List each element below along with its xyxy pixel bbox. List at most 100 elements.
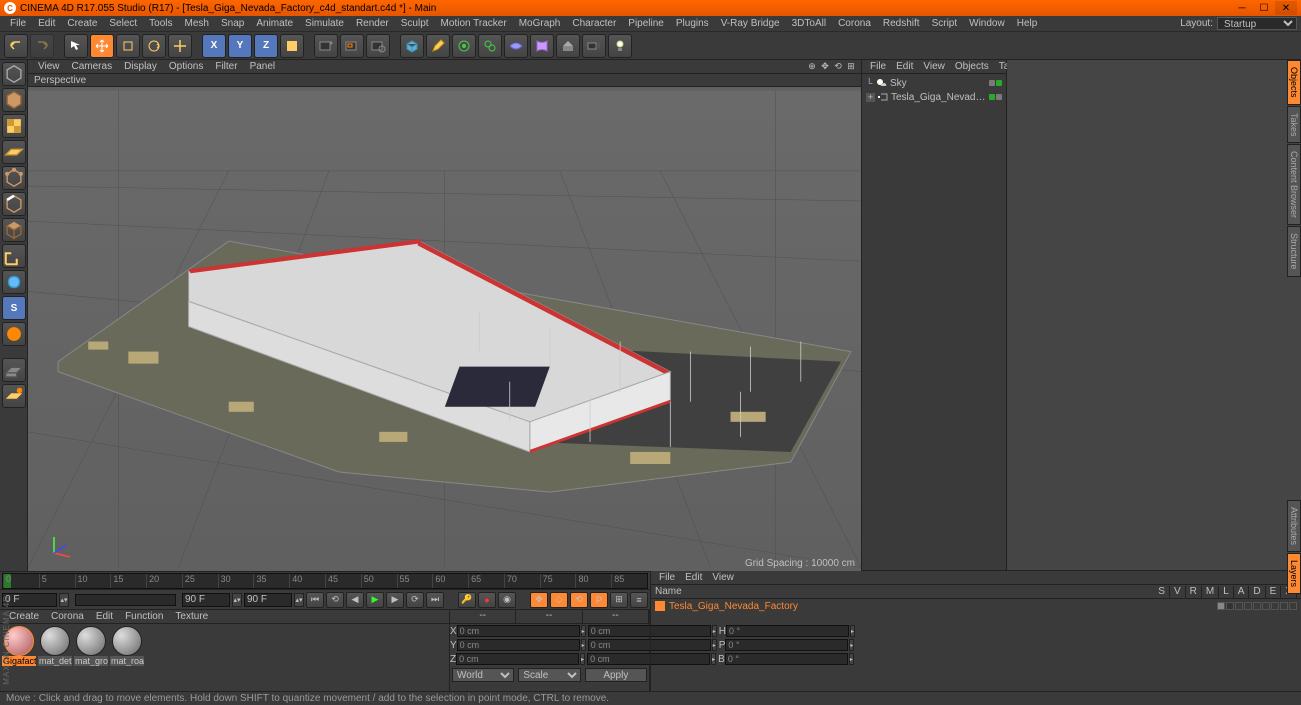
render-view-button[interactable] bbox=[314, 34, 338, 58]
add-array-button[interactable] bbox=[504, 34, 528, 58]
menu-character[interactable]: Character bbox=[566, 17, 622, 30]
pos-key-button[interactable]: ✥ bbox=[530, 592, 548, 608]
spinner[interactable]: ▸ bbox=[581, 625, 586, 637]
mat-menu-corona[interactable]: Corona bbox=[46, 611, 89, 622]
timeline-ruler[interactable]: 051015202530354045505560657075808590 bbox=[2, 573, 648, 589]
vp-nav3-icon[interactable]: ⟲ bbox=[832, 61, 844, 73]
col-e[interactable]: E bbox=[1266, 586, 1282, 598]
flag-d[interactable] bbox=[1271, 602, 1279, 610]
coord-pos-z[interactable] bbox=[456, 653, 579, 665]
layer-row[interactable]: Tesla_Giga_Nevada_Factory bbox=[651, 599, 1301, 613]
obj-row-factory[interactable]: + Tesla_Giga_Nevada_Factory bbox=[864, 90, 1004, 104]
flag-l[interactable] bbox=[1253, 602, 1261, 610]
menu-motiontracker[interactable]: Motion Tracker bbox=[435, 17, 513, 30]
menu-redshift[interactable]: Redshift bbox=[877, 17, 926, 30]
minimize-button[interactable]: ─ bbox=[1231, 1, 1253, 15]
tab-layers[interactable]: Layers bbox=[1287, 553, 1301, 594]
frame-spinner[interactable]: ▴▾ bbox=[59, 593, 69, 607]
model-mode-button[interactable] bbox=[2, 88, 26, 112]
x-axis-button[interactable]: X bbox=[202, 34, 226, 58]
frame-spinner[interactable]: ▴▾ bbox=[294, 593, 304, 607]
coord-system-button[interactable] bbox=[280, 34, 304, 58]
menu-plugins[interactable]: Plugins bbox=[670, 17, 715, 30]
flag-m[interactable] bbox=[1244, 602, 1252, 610]
mat-menu-function[interactable]: Function bbox=[120, 611, 168, 622]
menu-file[interactable]: File bbox=[4, 17, 32, 30]
locked-workplane-button[interactable] bbox=[2, 358, 26, 382]
workplane-button[interactable] bbox=[2, 140, 26, 164]
y-axis-button[interactable]: Y bbox=[228, 34, 252, 58]
vis-dot[interactable] bbox=[989, 94, 995, 100]
col-m[interactable]: M bbox=[1202, 586, 1219, 598]
vm-view[interactable]: View bbox=[32, 61, 66, 72]
col-l[interactable]: L bbox=[1219, 586, 1234, 598]
flag-e[interactable] bbox=[1280, 602, 1288, 610]
frame-spinner[interactable]: ▴▾ bbox=[232, 593, 242, 607]
goto-prev-key-button[interactable]: ⟲ bbox=[326, 592, 344, 608]
pla-key-button[interactable]: ⊞ bbox=[610, 592, 628, 608]
vm-panel[interactable]: Panel bbox=[244, 61, 282, 72]
mat-menu-texture[interactable]: Texture bbox=[170, 611, 213, 622]
snap-enable-button[interactable]: S bbox=[2, 296, 26, 320]
menu-sculpt[interactable]: Sculpt bbox=[395, 17, 435, 30]
spinner[interactable]: ▸ bbox=[581, 639, 586, 651]
menu-corona[interactable]: Corona bbox=[832, 17, 877, 30]
flag-s[interactable] bbox=[1217, 602, 1225, 610]
polygon-mode-button[interactable] bbox=[2, 218, 26, 242]
point-mode-button[interactable] bbox=[2, 166, 26, 190]
tab-content-browser[interactable]: Content Browser bbox=[1287, 144, 1301, 225]
viewport-3d[interactable]: Grid Spacing : 10000 cm bbox=[28, 87, 861, 571]
vm-filter[interactable]: Filter bbox=[209, 61, 243, 72]
param-key-button[interactable]: P bbox=[590, 592, 608, 608]
play-button[interactable]: ▶ bbox=[366, 592, 384, 608]
menu-render[interactable]: Render bbox=[350, 17, 395, 30]
add-nurbs-button[interactable] bbox=[478, 34, 502, 58]
goto-next-key-button[interactable]: ⟳ bbox=[406, 592, 424, 608]
prev-frame-button[interactable]: ◀ bbox=[346, 592, 364, 608]
undo-button[interactable] bbox=[4, 34, 28, 58]
struct-menu-edit[interactable]: Edit bbox=[681, 572, 706, 583]
scale-key-button[interactable]: ◇ bbox=[550, 592, 568, 608]
render-settings-button[interactable] bbox=[366, 34, 390, 58]
tab-objects[interactable]: Objects bbox=[1287, 60, 1301, 105]
materials-grid[interactable]: Gigafact mat_det mat_gro mat_roa bbox=[0, 624, 449, 691]
coord-scale-select[interactable]: Scale bbox=[518, 668, 580, 682]
add-light-button[interactable] bbox=[608, 34, 632, 58]
add-environment-button[interactable] bbox=[556, 34, 580, 58]
scale-button[interactable] bbox=[116, 34, 140, 58]
coord-world-select[interactable]: World bbox=[452, 668, 514, 682]
render-dot[interactable] bbox=[996, 94, 1002, 100]
menu-3dtoall[interactable]: 3DToAll bbox=[786, 17, 832, 30]
vm-cameras[interactable]: Cameras bbox=[66, 61, 119, 72]
menu-mograph[interactable]: MoGraph bbox=[513, 17, 567, 30]
menu-mesh[interactable]: Mesh bbox=[179, 17, 215, 30]
move-button[interactable] bbox=[90, 34, 114, 58]
col-s[interactable]: S bbox=[1154, 586, 1170, 598]
vm-options[interactable]: Options bbox=[163, 61, 209, 72]
keyframe-sel-button[interactable]: ◉ bbox=[498, 592, 516, 608]
menu-edit[interactable]: Edit bbox=[32, 17, 61, 30]
edge-mode-button[interactable] bbox=[2, 192, 26, 216]
obj-row-sky[interactable]: └ Sky bbox=[864, 76, 1004, 90]
record-key-button[interactable]: 🔑 bbox=[458, 592, 476, 608]
flag-r[interactable] bbox=[1235, 602, 1243, 610]
mat-menu-edit[interactable]: Edit bbox=[91, 611, 118, 622]
menu-snap[interactable]: Snap bbox=[215, 17, 250, 30]
tab-attributes[interactable]: Attributes bbox=[1287, 500, 1301, 552]
col-d[interactable]: D bbox=[1249, 586, 1265, 598]
tab-takes[interactable]: Takes bbox=[1287, 106, 1301, 144]
rot-key-button[interactable]: ⟲ bbox=[570, 592, 588, 608]
planar-workplane-button[interactable] bbox=[2, 384, 26, 408]
make-editable-button[interactable] bbox=[2, 62, 26, 86]
vp-nav4-icon[interactable]: ⊞ bbox=[845, 61, 857, 73]
flag-a[interactable] bbox=[1262, 602, 1270, 610]
menu-script[interactable]: Script bbox=[926, 17, 964, 30]
rotate-button[interactable] bbox=[142, 34, 166, 58]
col-r[interactable]: R bbox=[1186, 586, 1202, 598]
tab-structure[interactable]: Structure bbox=[1287, 226, 1301, 277]
menu-create[interactable]: Create bbox=[61, 17, 103, 30]
layer-color-icon[interactable] bbox=[655, 601, 665, 611]
coord-apply-button[interactable]: Apply bbox=[585, 668, 647, 682]
add-camera-button[interactable] bbox=[582, 34, 606, 58]
tweak-button[interactable] bbox=[2, 270, 26, 294]
